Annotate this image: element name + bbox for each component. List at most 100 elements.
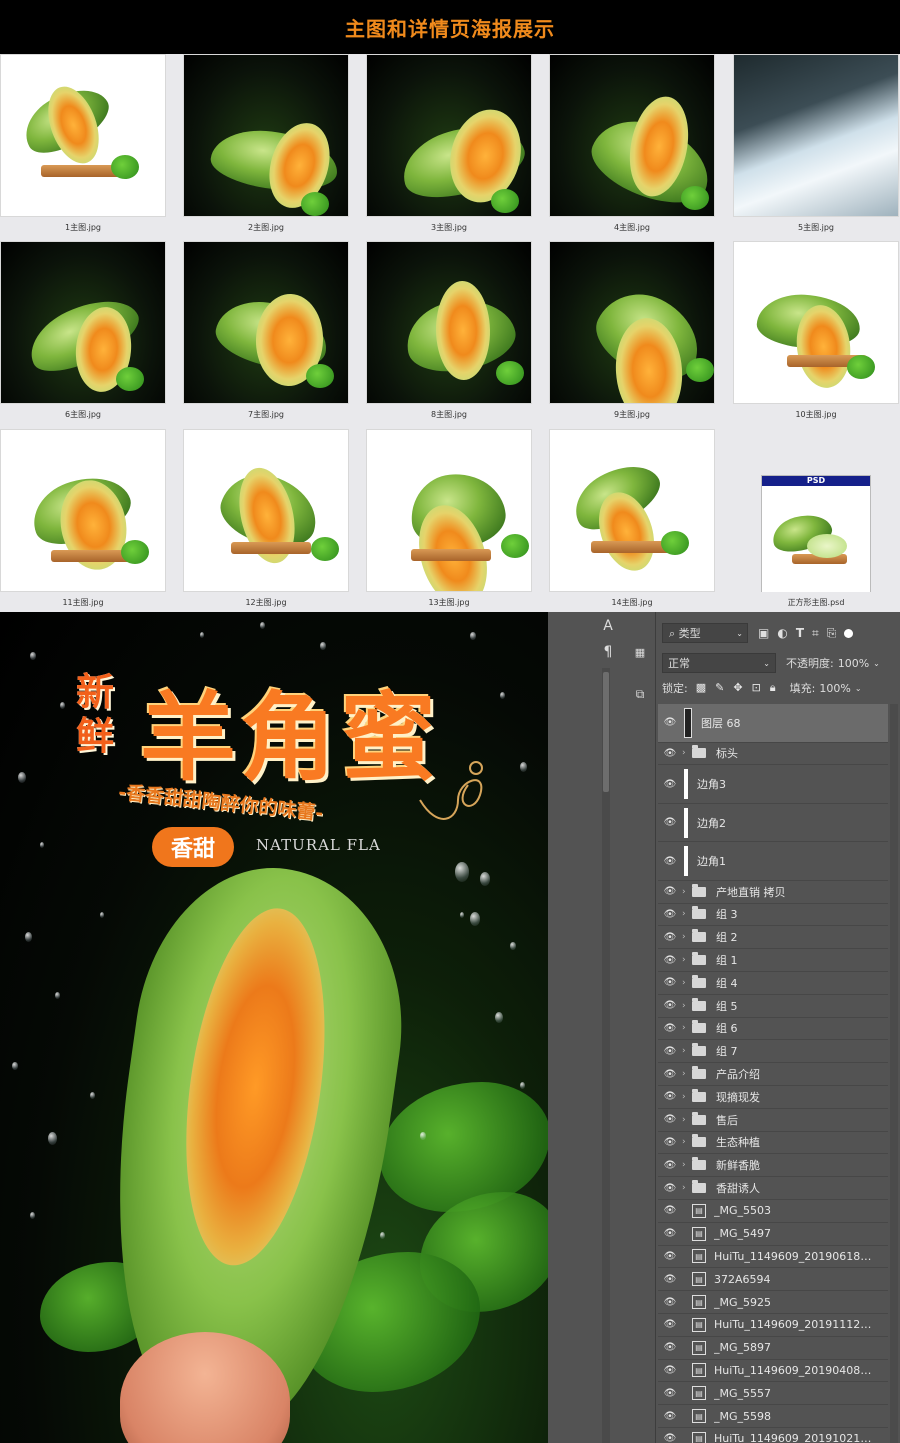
visibility-eye-icon[interactable]: 👁︎ <box>658 1228 682 1239</box>
thumbnail-item[interactable]: 7主图.jpg <box>183 241 349 420</box>
visibility-eye-icon[interactable]: 👁︎ <box>658 1365 682 1376</box>
thumbnail-image[interactable] <box>366 241 532 404</box>
layer-group-row[interactable]: 👁︎ › 产地直销 拷贝 <box>658 881 888 904</box>
layer-group-row[interactable]: 👁︎ › 组 5 <box>658 995 888 1018</box>
layer-group-row[interactable]: 👁︎ › 组 4 <box>658 972 888 995</box>
lock-transparent-icon[interactable]: ▩ <box>696 681 706 695</box>
layer-group-row[interactable]: 👁︎ › 标头 <box>658 743 888 766</box>
thumbnail-image[interactable] <box>549 241 715 404</box>
layer-group-row[interactable]: 👁︎ › 组 1 <box>658 949 888 972</box>
chevron-down-icon[interactable]: ⌄ <box>873 659 880 668</box>
layer-row[interactable]: 👁︎ 边角3 <box>658 765 888 804</box>
layer-group-row[interactable]: 👁︎ › 组 7 <box>658 1040 888 1064</box>
chevron-right-icon[interactable]: › <box>682 887 692 897</box>
thumbnail-image[interactable] <box>733 241 899 404</box>
visibility-eye-icon[interactable]: 👁︎ <box>658 817 682 828</box>
layer-row[interactable]: 👁︎ 边角2 <box>658 804 888 843</box>
thumbnail-image[interactable] <box>733 54 899 217</box>
thumbnail-image[interactable] <box>0 54 166 217</box>
thumbnail-item[interactable]: 12主图.jpg <box>183 429 349 608</box>
chevron-right-icon[interactable]: › <box>682 748 692 758</box>
thumbnail-item[interactable]: 2主图.jpg <box>183 54 349 233</box>
thumbnail-image[interactable] <box>0 429 166 592</box>
visibility-eye-icon[interactable]: 👁︎ <box>658 748 682 759</box>
layer-row[interactable]: 👁︎ ▤ _MG_5598 <box>658 1405 888 1428</box>
visibility-eye-icon[interactable]: 👁︎ <box>658 1433 682 1443</box>
layer-row[interactable]: 👁︎ ▤ _MG_5557 <box>658 1382 888 1406</box>
visibility-eye-icon[interactable]: 👁︎ <box>658 1183 682 1194</box>
lock-move-icon[interactable]: ✥ <box>733 681 742 695</box>
thumbnail-image[interactable] <box>549 54 715 217</box>
layer-row[interactable]: 👁︎ ▤ _MG_5925 <box>658 1291 888 1314</box>
thumbnail-image[interactable] <box>0 241 166 404</box>
type-filter-icon[interactable]: T <box>796 626 804 641</box>
chevron-right-icon[interactable]: › <box>682 1115 692 1125</box>
adjustment-filter-icon[interactable]: ◐ <box>777 626 787 641</box>
lock-all-icon[interactable]: 🔒︎ <box>770 681 776 695</box>
visibility-eye-icon[interactable]: 👁︎ <box>658 1000 682 1011</box>
filter-kind-select[interactable]: ⌕ 类型 ⌄ <box>662 623 748 643</box>
chevron-right-icon[interactable]: › <box>682 1183 692 1193</box>
layer-style-icon[interactable]: ⧉ <box>628 682 652 706</box>
thumbnail-item[interactable]: 13主图.jpg <box>366 429 532 608</box>
pixel-filter-icon[interactable]: ▣ <box>758 626 769 641</box>
thumbnail-item[interactable]: 9主图.jpg <box>549 241 715 420</box>
thumbnail-item[interactable]: 8主图.jpg <box>366 241 532 420</box>
visibility-eye-icon[interactable]: 👁︎ <box>658 1160 682 1171</box>
layer-row[interactable]: 👁︎ ▤ HuiTu_1149609_201906181... <box>658 1246 888 1269</box>
thumbnail-item[interactable]: 6主图.jpg <box>0 241 166 420</box>
chevron-right-icon[interactable]: › <box>682 1001 692 1011</box>
visibility-eye-icon[interactable]: 👁︎ <box>658 955 682 966</box>
chevron-right-icon[interactable]: › <box>682 1092 692 1102</box>
paragraph-icon[interactable]: ¶ <box>596 640 620 664</box>
lock-artboard-icon[interactable]: ⊡ <box>752 681 761 695</box>
visibility-eye-icon[interactable]: 👁︎ <box>658 1342 682 1353</box>
chevron-down-icon[interactable]: ⌄ <box>855 684 862 693</box>
layer-group-row[interactable]: 👁︎ › 组 3 <box>658 904 888 927</box>
chevron-right-icon[interactable]: › <box>682 1069 692 1079</box>
layer-group-row[interactable]: 👁︎ › 组 6 <box>658 1018 888 1041</box>
thumbnail-image[interactable] <box>549 429 715 592</box>
layer-row[interactable]: 👁︎ ▤ _MG_5897 <box>658 1337 888 1360</box>
filter-toggle[interactable] <box>844 628 854 638</box>
shape-filter-icon[interactable]: ⌗ <box>812 626 819 641</box>
layer-comps-icon[interactable]: ▦ <box>628 640 652 664</box>
thumbnail-image[interactable] <box>183 241 349 404</box>
chevron-right-icon[interactable]: › <box>682 1160 692 1170</box>
fill-input[interactable]: 100% <box>819 682 850 695</box>
chevron-right-icon[interactable]: › <box>682 909 692 919</box>
thumbnail-item[interactable]: PSD 正方形主图.psd <box>733 429 899 608</box>
visibility-eye-icon[interactable]: 👁︎ <box>658 1274 682 1285</box>
chevron-right-icon[interactable]: › <box>682 1023 692 1033</box>
layer-group-row[interactable]: 👁︎ › 售后 <box>658 1109 888 1132</box>
layer-row[interactable]: 👁︎ ▤ 372A6594 <box>658 1268 888 1292</box>
layer-group-row[interactable]: 👁︎ › 生态种植 <box>658 1132 888 1155</box>
visibility-eye-icon[interactable]: 👁︎ <box>658 1205 682 1216</box>
layer-group-row[interactable]: 👁︎ › 香甜诱人 <box>658 1177 888 1200</box>
thumbnail-image[interactable] <box>183 429 349 592</box>
visibility-eye-icon[interactable]: 👁︎ <box>658 779 682 790</box>
thumbnail-image[interactable] <box>183 54 349 217</box>
visibility-eye-icon[interactable]: 👁︎ <box>658 1091 682 1102</box>
opacity-input[interactable]: 100% <box>838 657 869 670</box>
layer-group-row[interactable]: 👁︎ › 新鲜香脆 <box>658 1154 888 1178</box>
thumbnail-image[interactable] <box>366 54 532 217</box>
thumbnail-item[interactable]: 1主图.jpg <box>0 54 166 233</box>
visibility-eye-icon[interactable]: 👁︎ <box>658 1137 682 1148</box>
visibility-eye-icon[interactable]: 👁︎ <box>658 1114 682 1125</box>
layer-group-row[interactable]: 👁︎ › 产品介绍 <box>658 1063 888 1086</box>
layer-group-row[interactable]: 👁︎ › 现摘现发 <box>658 1086 888 1109</box>
thumbnail-item[interactable]: 11主图.jpg <box>0 429 166 608</box>
visibility-eye-icon[interactable]: 👁︎ <box>658 1046 682 1057</box>
visibility-eye-icon[interactable]: 👁︎ <box>658 1023 682 1034</box>
thumbnail-item[interactable]: 5主图.jpg <box>733 54 899 233</box>
layer-row[interactable]: 👁︎ 图层 68 <box>658 704 888 743</box>
thumbnail-item[interactable]: 10主图.jpg <box>733 241 899 420</box>
thumbnail-image[interactable]: PSD <box>733 429 899 592</box>
layer-row[interactable]: 👁︎ 边角1 <box>658 842 888 881</box>
type-tool-icon[interactable]: A <box>596 614 620 638</box>
layers-scrollbar[interactable] <box>890 704 898 1443</box>
layer-row[interactable]: 👁︎ ▤ HuiTu_1149609_201910211... <box>658 1428 888 1443</box>
layer-row[interactable]: 👁︎ ▤ HuiTu_1149609_201911120... <box>658 1314 888 1337</box>
chevron-right-icon[interactable]: › <box>682 955 692 965</box>
